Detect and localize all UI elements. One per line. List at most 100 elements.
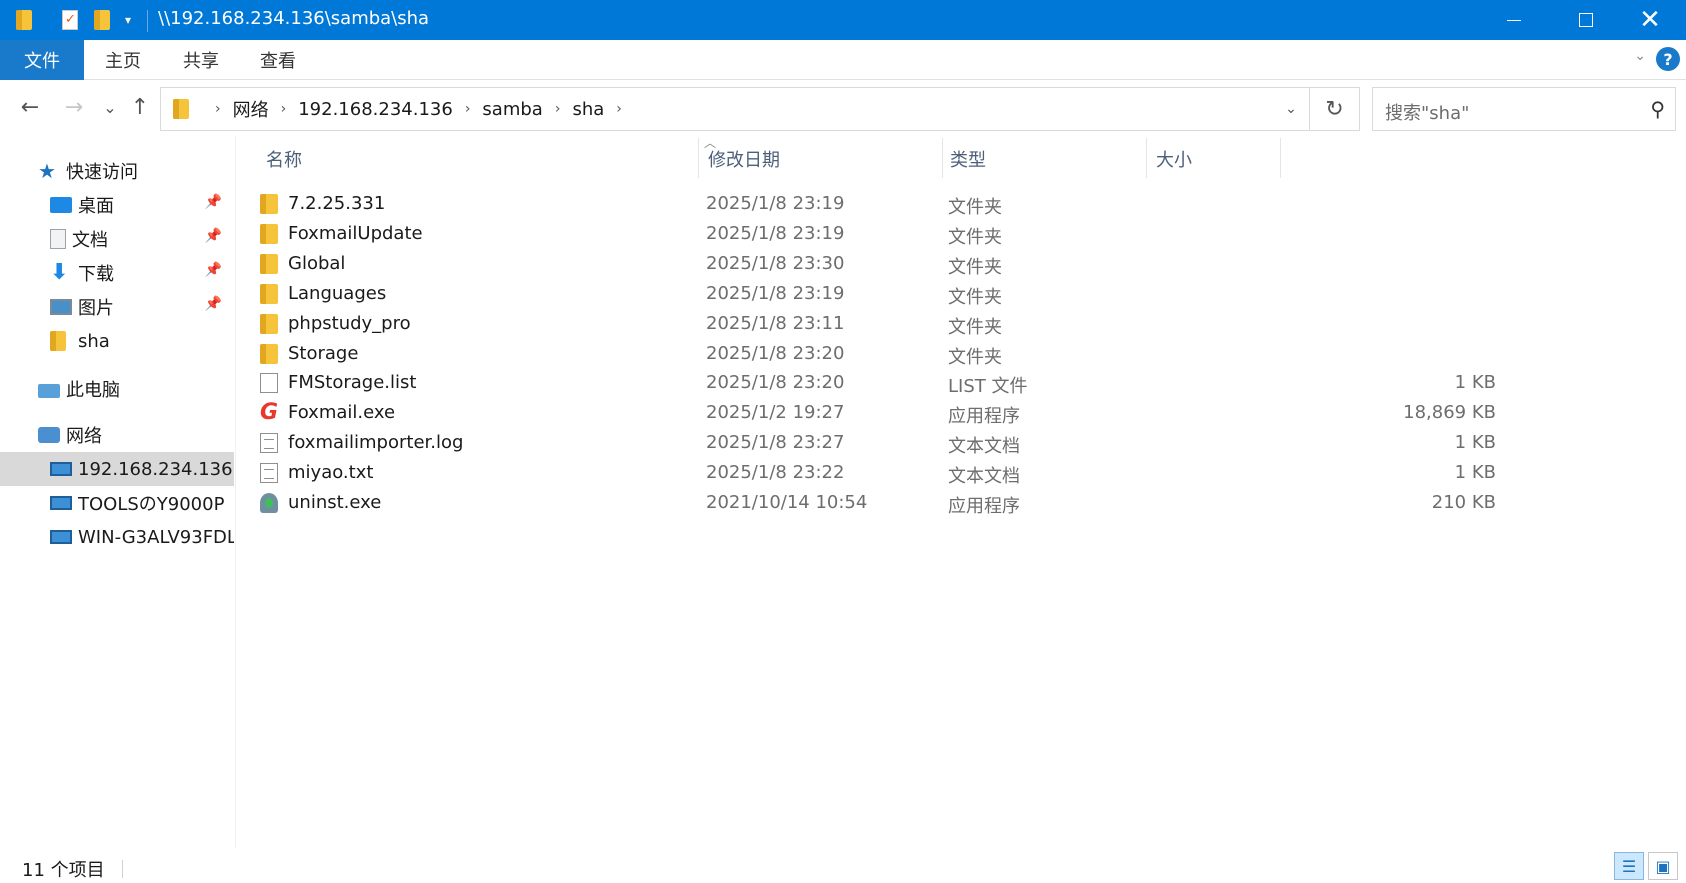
sidebar-item-host-192-168-234-136[interactable]: 192.168.234.136	[0, 452, 234, 486]
pin-icon[interactable]: 📌	[205, 228, 222, 244]
sidebar-item-host-tools[interactable]: TOOLSのY9000P	[0, 486, 234, 520]
large-icons-view-button[interactable]: ▣	[1648, 852, 1678, 880]
status-separator	[122, 860, 123, 878]
column-header-size[interactable]: 大小	[1156, 136, 1336, 182]
file-row[interactable]: foxmailimporter.log 2025/1/8 23:27 文本文档 1 K…	[256, 427, 1496, 459]
file-modified-date: 2021/10/14 10:54	[706, 492, 868, 513]
sidebar-item-downloads[interactable]: ⬇ 下载 📌	[0, 256, 234, 290]
sidebar-item-quick-access[interactable]: ★ 快速访问	[0, 154, 234, 188]
file-type: 应用程序	[948, 496, 1020, 517]
file-row[interactable]: Languages 2025/1/8 23:19 文件夹	[256, 278, 1496, 310]
file-name: FMStorage.list	[288, 372, 417, 394]
file-modified-date: 2025/1/8 23:22	[706, 462, 845, 484]
file-row[interactable]: uninst.exe 2021/10/14 10:54 应用程序 210 KB	[256, 487, 1496, 519]
address-history-chevron-icon[interactable]: ⌄	[1273, 88, 1309, 130]
file-type: 文件夹	[948, 256, 1002, 278]
folder-icon	[260, 313, 278, 334]
column-header-date[interactable]: 修改日期	[708, 136, 928, 182]
sidebar-item-label: 此电脑	[66, 380, 120, 401]
file-modified-date: 2025/1/8 23:11	[706, 312, 845, 334]
column-header-name[interactable]: 名称	[266, 136, 666, 182]
properties-icon[interactable]	[56, 0, 84, 40]
folder-icon	[50, 331, 72, 351]
file-type: 文本文档	[948, 466, 1020, 488]
address-bar[interactable]: › 网络 › 192.168.234.136 › samba › sha › ⌄	[160, 87, 1310, 131]
tab-view[interactable]: 查看	[240, 40, 316, 80]
sidebar-item-host-win[interactable]: WIN-G3ALV93FDL	[0, 520, 234, 554]
file-row[interactable]: miyao.txt 2025/1/8 23:22 文本文档 1 KB	[256, 457, 1496, 489]
sidebar-item-this-pc[interactable]: 此电脑	[0, 372, 234, 406]
downloads-icon: ⬇	[50, 260, 69, 285]
sidebar-item-label: 图片	[78, 298, 114, 319]
file-row[interactable]: FoxmailUpdate 2025/1/8 23:19 文件夹	[256, 218, 1496, 250]
status-bar: 11 个项目 ☰ ▣	[0, 848, 1686, 883]
file-modified-date: 2025/1/2 19:27	[706, 402, 845, 424]
file-name: Foxmail.exe	[288, 402, 396, 424]
breadcrumb-network[interactable]: 网络	[233, 96, 269, 122]
column-divider[interactable]	[1280, 138, 1281, 178]
minimize-button[interactable]	[1478, 0, 1550, 40]
file-row[interactable]: phpstudy_pro 2025/1/8 23:11 文件夹	[256, 308, 1496, 340]
details-view-button[interactable]: ☰	[1614, 852, 1644, 880]
file-name: Storage	[288, 342, 359, 364]
tab-file[interactable]: 文件	[0, 40, 84, 80]
file-modified-date: 2025/1/8 23:20	[706, 372, 845, 394]
sidebar-item-label: 快速访问	[66, 162, 138, 183]
sidebar-item-label: 网络	[66, 426, 102, 447]
sidebar-item-sha[interactable]: sha	[0, 324, 234, 358]
up-button[interactable]: ↑	[126, 90, 154, 124]
desktop-icon	[50, 197, 72, 213]
refresh-button[interactable]: ↻	[1310, 87, 1360, 131]
column-header-type[interactable]: 类型	[950, 136, 1130, 182]
file-row[interactable]: Storage 2025/1/8 23:20 文件夹	[256, 338, 1496, 370]
forward-button[interactable]: →	[60, 90, 88, 124]
pin-icon[interactable]: 📌	[205, 296, 222, 312]
folder-icon	[173, 99, 189, 119]
maximize-button[interactable]	[1550, 0, 1622, 40]
search-icon[interactable]: ⚲	[1650, 97, 1665, 121]
file-size: 18,869 KB	[1403, 402, 1496, 424]
help-icon[interactable]: ?	[1656, 47, 1680, 71]
column-headers: ︿ 名称 修改日期 类型 大小	[236, 136, 1686, 182]
back-button[interactable]: ←	[16, 90, 44, 124]
search-input[interactable]: 搜索"sha" ⚲	[1372, 87, 1676, 131]
file-modified-date: 2025/1/8 23:30	[706, 252, 845, 274]
file-name: FoxmailUpdate	[288, 222, 423, 244]
breadcrumb-host[interactable]: 192.168.234.136	[298, 99, 453, 120]
pin-icon[interactable]: 📌	[205, 262, 222, 278]
file-row[interactable]: 7.2.25.331 2025/1/8 23:19 文件夹	[256, 188, 1496, 220]
file-type: 应用程序	[948, 406, 1020, 428]
star-icon: ★	[38, 159, 56, 183]
file-row[interactable]: G Foxmail.exe 2025/1/2 19:27 应用程序 18,869 KB	[256, 397, 1496, 429]
sidebar-item-pictures[interactable]: 图片 📌	[0, 290, 234, 324]
recent-locations-chevron-icon[interactable]: ⌄	[96, 90, 124, 124]
close-button[interactable]: ✕	[1614, 0, 1686, 40]
file-name: foxmailimporter.log	[288, 432, 464, 454]
tab-share[interactable]: 共享	[162, 40, 240, 80]
file-row[interactable]: FMStorage.list 2025/1/8 23:20 LIST 文件 1 KB	[256, 367, 1496, 399]
ribbon-expand-chevron-icon[interactable]: ⌄	[1634, 48, 1646, 64]
close-icon: ✕	[1639, 5, 1661, 35]
breadcrumb-separator[interactable]: ›	[281, 101, 287, 117]
breadcrumb-separator[interactable]: ›	[555, 101, 561, 117]
folder-icon	[260, 253, 278, 274]
sidebar-item-desktop[interactable]: 桌面 📌	[0, 188, 234, 222]
breadcrumb-separator[interactable]: ›	[215, 101, 221, 117]
customize-toolbar-chevron-icon[interactable]: ▾	[116, 0, 140, 40]
pin-icon[interactable]: 📌	[205, 194, 222, 210]
file-name: 7.2.25.331	[288, 193, 386, 214]
sidebar-item-network[interactable]: 网络	[0, 418, 234, 452]
breadcrumb-separator[interactable]: ›	[465, 101, 471, 117]
breadcrumb-separator[interactable]: ›	[616, 101, 622, 117]
sidebar-item-documents[interactable]: 文档 📌	[0, 222, 234, 256]
breadcrumb-samba[interactable]: samba	[482, 99, 542, 120]
new-folder-icon[interactable]	[88, 0, 116, 40]
breadcrumb-sha[interactable]: sha	[572, 99, 604, 120]
column-divider[interactable]	[1146, 138, 1147, 178]
column-divider[interactable]	[698, 138, 699, 178]
file-row[interactable]: Global 2025/1/8 23:30 文件夹	[256, 248, 1496, 280]
tab-home[interactable]: 主页	[84, 40, 162, 80]
file-modified-date: 2025/1/8 23:19	[706, 193, 845, 214]
network-computer-icon	[50, 530, 72, 544]
column-divider[interactable]	[942, 138, 943, 178]
